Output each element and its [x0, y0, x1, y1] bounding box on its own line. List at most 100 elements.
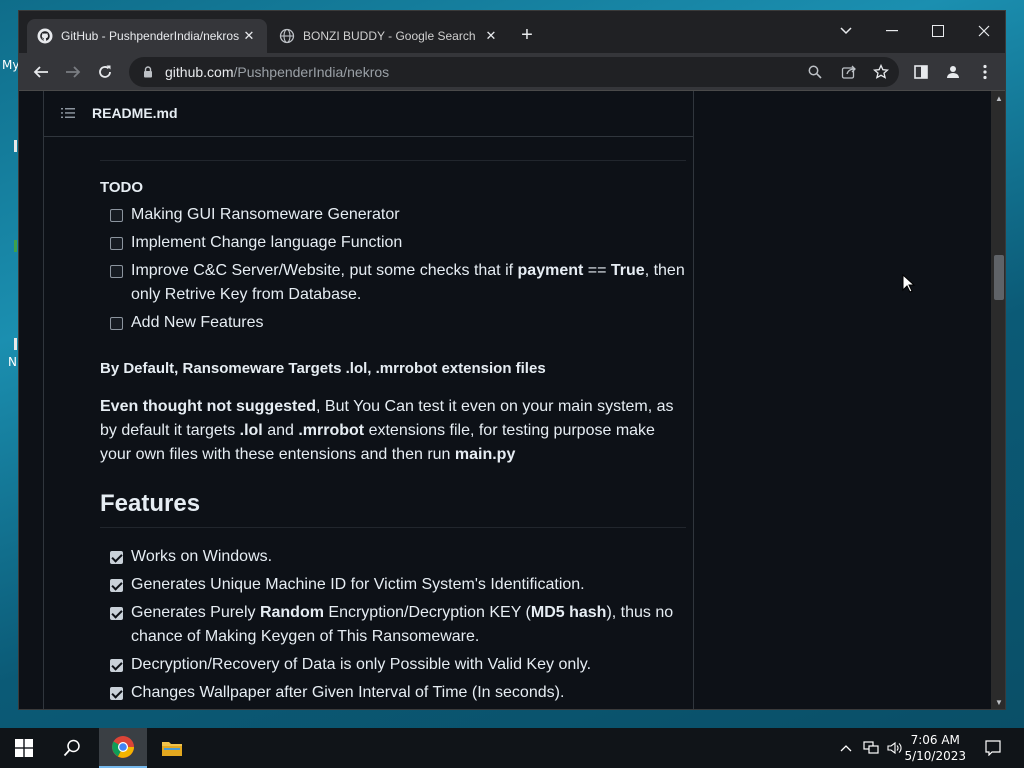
tab-google-search[interactable]: BONZI BUDDY - Google Search ✕ — [269, 19, 509, 53]
side-panel-button[interactable] — [911, 62, 931, 82]
feature-checkbox[interactable] — [110, 579, 123, 592]
desktop-icon-fragment — [14, 140, 17, 152]
desktop-icon-label-n[interactable]: N — [8, 355, 17, 369]
desktop-icon-label-my[interactable]: My — [2, 58, 19, 72]
desktop-icon-fragment — [14, 338, 17, 350]
speaker-icon — [887, 741, 902, 755]
vertical-scrollbar[interactable]: ▲ ▼ — [991, 91, 1005, 709]
volume-control[interactable] — [884, 728, 906, 768]
taskbar-chrome[interactable] — [99, 728, 147, 768]
feature-item: Generates Purely Random Encryption/Decry… — [110, 601, 691, 649]
folder-icon — [162, 742, 182, 756]
feature-checkbox[interactable] — [110, 551, 123, 564]
share-button[interactable] — [839, 62, 859, 82]
reload-icon — [99, 65, 111, 78]
share-icon — [841, 65, 856, 79]
notifications-button[interactable] — [978, 728, 1008, 768]
todo-item: Add New Features — [110, 311, 691, 335]
todo-item: Improve C&C Server/Website, put some che… — [110, 259, 691, 307]
feature-item: Changes Wallpaper after Given Interval o… — [110, 681, 691, 705]
url-host: github.com — [165, 64, 234, 80]
forward-button[interactable] — [61, 60, 85, 84]
tab-title: GitHub - PushpenderIndia/nekros — [61, 29, 240, 43]
profile-button[interactable] — [943, 62, 963, 82]
desktop-icon-fragment — [14, 240, 17, 252]
scroll-thumb[interactable] — [994, 255, 1004, 300]
readme-filename[interactable]: README.md — [92, 105, 178, 121]
readme-container: README.md TODO Making GUI Ransomeware Ge… — [43, 91, 694, 709]
minimize-icon — [886, 30, 898, 32]
start-button[interactable] — [0, 728, 48, 768]
outline-list-icon[interactable] — [60, 105, 76, 121]
chrome-window: GitHub - PushpenderIndia/nekros ✕ BONZI … — [18, 10, 1006, 710]
menu-button[interactable] — [975, 62, 995, 82]
todo-item-text: Implement Change language Function — [131, 234, 403, 251]
url-path: /PushpenderIndia/nekros — [233, 64, 390, 80]
features-heading: Features — [100, 489, 686, 528]
lock-icon[interactable] — [141, 65, 155, 79]
side-panel-icon — [914, 65, 928, 79]
minimize-button[interactable] — [869, 17, 915, 45]
chevron-down-icon — [840, 27, 852, 35]
todo-item-text: Improve C&C Server/Website, put some che… — [131, 262, 685, 303]
tab-strip: GitHub - PushpenderIndia/nekros ✕ BONZI … — [19, 11, 1005, 53]
bookmark-button[interactable] — [871, 62, 891, 82]
feature-text: Generates Purely Random Encryption/Decry… — [131, 604, 674, 645]
github-icon — [37, 28, 53, 44]
clock-date: 5/10/2023 — [904, 749, 966, 763]
task-checkbox[interactable] — [110, 209, 123, 222]
more-vert-icon — [983, 64, 987, 80]
reload-button[interactable] — [93, 60, 117, 84]
todo-item-text: Making GUI Ransomeware Generator — [131, 206, 400, 223]
close-tab-icon[interactable]: ✕ — [241, 28, 257, 44]
scroll-up-icon[interactable]: ▲ — [991, 91, 1005, 107]
feature-text: Generates Unique Machine ID for Victim S… — [131, 576, 585, 593]
clock-time: 7:06 AM — [910, 733, 960, 747]
back-button[interactable] — [29, 60, 53, 84]
system-clock[interactable]: 7:06 AM 5/10/2023 — [904, 732, 966, 764]
feature-checkbox[interactable] — [110, 607, 123, 620]
feature-checkbox[interactable] — [110, 687, 123, 700]
task-checkbox[interactable] — [110, 237, 123, 250]
feature-item: Works on Windows. — [110, 545, 691, 569]
taskbar-search-button[interactable] — [48, 728, 96, 768]
feature-checkbox[interactable] — [110, 659, 123, 672]
close-tab-icon[interactable]: ✕ — [483, 28, 499, 44]
windows-icon — [15, 739, 33, 757]
new-tab-button[interactable]: + — [517, 25, 537, 45]
close-window-button[interactable] — [961, 17, 1005, 45]
close-icon — [978, 25, 990, 37]
globe-icon — [279, 28, 295, 44]
arrow-right-icon — [66, 66, 81, 78]
notification-icon — [985, 740, 1001, 756]
task-checkbox[interactable] — [110, 317, 123, 330]
address-bar[interactable]: github.com/PushpenderIndia/nekros — [129, 57, 899, 87]
tray-overflow-button[interactable] — [836, 728, 856, 768]
profile-icon — [947, 66, 959, 78]
feature-text: Decryption/Recovery of Data is only Poss… — [131, 656, 592, 673]
tab-search-button[interactable] — [823, 17, 869, 45]
feature-item: Generates Unique Machine ID for Victim S… — [110, 573, 691, 597]
network-status[interactable] — [860, 728, 882, 768]
zoom-search-button[interactable] — [805, 62, 825, 82]
tab-github[interactable]: GitHub - PushpenderIndia/nekros ✕ — [27, 19, 267, 53]
default-targets-note: By Default, Ransomeware Targets .lol, .m… — [100, 360, 546, 377]
chrome-icon — [112, 736, 134, 758]
task-checkbox[interactable] — [110, 265, 123, 278]
taskbar-file-explorer[interactable] — [148, 728, 196, 768]
scroll-down-icon[interactable]: ▼ — [991, 695, 1005, 709]
search-icon — [63, 739, 80, 757]
chevron-up-icon — [840, 745, 852, 752]
search-icon — [808, 65, 822, 79]
clipped-heading — [100, 141, 686, 161]
mouse-cursor-icon — [902, 274, 916, 293]
network-icon — [863, 741, 879, 754]
readme-header: README.md — [44, 91, 693, 137]
feature-text: Works on Windows. — [131, 548, 273, 565]
feature-text: Changes Wallpaper after Given Interval o… — [131, 684, 565, 701]
todo-heading: TODO — [100, 179, 144, 196]
maximize-icon — [932, 25, 944, 37]
todo-item-text: Add New Features — [131, 314, 264, 331]
browser-toolbar: github.com/PushpenderIndia/nekros — [19, 53, 1005, 91]
maximize-button[interactable] — [915, 17, 961, 45]
